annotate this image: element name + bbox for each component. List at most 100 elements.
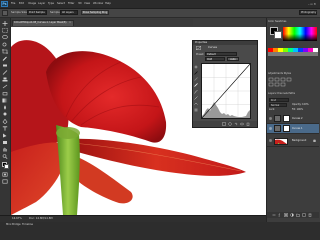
menu-type[interactable]: Type — [48, 2, 54, 5]
clone-stamp-tool-icon[interactable] — [2, 77, 8, 82]
menu-image[interactable]: Image — [28, 2, 36, 5]
eraser-tool-icon[interactable] — [2, 91, 8, 96]
opacity-field[interactable]: Opacity: 100% — [292, 103, 309, 106]
layer-style-icon[interactable]: f — [278, 213, 282, 217]
curves-layer-thumbnail-icon — [274, 115, 281, 122]
delete-layer-icon[interactable] — [308, 213, 312, 217]
visibility-eye-icon[interactable] — [268, 127, 273, 130]
close-document-icon[interactable]: × — [69, 21, 71, 24]
lock-label: Lock: — [269, 108, 276, 111]
move-tool-icon[interactable] — [2, 21, 8, 26]
clip-to-layer-icon[interactable] — [222, 122, 226, 126]
curves-layer-thumbnail-icon — [274, 125, 281, 132]
document-size: Doc: 14.8M/14.8M — [29, 217, 53, 220]
menu-window[interactable]: Window — [93, 2, 103, 5]
new-group-icon[interactable] — [296, 213, 300, 217]
link-layers-icon[interactable] — [272, 213, 276, 217]
menu-filter[interactable]: Filter — [68, 2, 74, 5]
show-sampling-ring-checkbox[interactable]: Show Sampling Ring — [81, 10, 109, 15]
white-point-eyedropper-icon[interactable] — [194, 83, 198, 87]
layer-name[interactable]: Curves 1 — [292, 127, 303, 130]
marquee-tool-icon[interactable] — [2, 28, 8, 33]
layer-name[interactable]: Background — [292, 139, 306, 142]
window-controls[interactable]: – ▫ ✕ — [308, 2, 316, 6]
photoshop-logo: Ps — [1, 1, 8, 7]
menu-view[interactable]: View — [84, 2, 90, 5]
menu-file[interactable]: File — [11, 2, 15, 5]
pen-tool-icon[interactable] — [2, 119, 8, 124]
adjustments-panel-tabs[interactable]: Adjustments Styles — [268, 72, 291, 75]
curve-point-tool-icon[interactable] — [194, 90, 198, 94]
menu-3d[interactable]: 3D — [78, 2, 82, 5]
on-image-adjust-icon[interactable] — [194, 65, 198, 69]
dodge-tool-icon[interactable] — [2, 112, 8, 117]
gradient-tool-icon[interactable] — [2, 98, 8, 103]
toggle-visibility-icon[interactable] — [240, 122, 244, 126]
quick-mask-icon[interactable] — [2, 172, 8, 177]
gray-point-eyedropper-icon[interactable] — [194, 77, 198, 81]
menu-help[interactable]: Help — [105, 2, 111, 5]
smooth-curve-icon[interactable] — [194, 102, 198, 106]
curves-adjustment-icon — [196, 46, 201, 50]
menu-select[interactable]: Select — [57, 2, 65, 5]
workspace-select[interactable]: Photography — [299, 10, 317, 15]
sample-size-label: Sample Size: — [11, 11, 28, 14]
layer-filter-kind[interactable]: Kind — [269, 98, 289, 102]
type-tool-icon[interactable] — [2, 126, 8, 131]
background-layer-thumbnail — [274, 138, 288, 145]
hand-tool-icon[interactable] — [2, 147, 8, 152]
document-tab-label: 100-ARTCliquot-08_Curves-1, Layer Mask/8… — [14, 21, 67, 24]
sample-select[interactable]: All Layers — [60, 10, 78, 15]
color-spectrum-shade — [283, 34, 317, 41]
layers-panel-tabs[interactable]: Layers Channels Paths — [268, 92, 295, 95]
color-panel-tabs[interactable]: Color Swatches — [268, 20, 286, 23]
reset-icon[interactable] — [234, 122, 238, 126]
lock-icon — [313, 139, 316, 142]
brush-tool-icon[interactable] — [2, 70, 8, 75]
preset-label: Preset: — [196, 53, 205, 56]
delete-adjustment-icon[interactable] — [246, 122, 250, 126]
black-point-eyedropper-icon[interactable] — [194, 71, 198, 75]
visibility-eye-icon[interactable] — [268, 139, 273, 142]
background-color-chip[interactable] — [274, 31, 282, 39]
zoom-tool-icon[interactable] — [2, 154, 8, 159]
background-color-swatch[interactable] — [4, 164, 9, 169]
mini-bridge-tab[interactable]: Mini Bridge — [6, 223, 21, 226]
curves-graph[interactable] — [201, 63, 251, 119]
pencil-tool-icon[interactable] — [194, 96, 198, 100]
auto-button[interactable]: Auto — [227, 57, 239, 61]
menu-layer[interactable]: Layer — [38, 2, 45, 5]
preset-select[interactable]: Default — [205, 52, 237, 56]
layer-mask-thumbnail[interactable] — [283, 115, 290, 122]
zoom-level[interactable]: 16.67% — [12, 217, 22, 220]
eyedropper-tool-preset-icon[interactable] — [2, 10, 8, 16]
channel-select[interactable]: RGB — [205, 57, 225, 61]
sample-size-select[interactable]: Point Sample — [27, 10, 47, 15]
menu-edit[interactable]: Edit — [19, 2, 24, 5]
new-adjustment-layer-icon[interactable] — [290, 213, 294, 217]
blend-mode-select[interactable]: Normal — [269, 103, 287, 107]
new-layer-icon[interactable] — [302, 213, 306, 217]
swatch-row[interactable] — [268, 48, 318, 56]
path-selection-tool-icon[interactable] — [2, 133, 8, 138]
healing-brush-tool-icon[interactable] — [2, 63, 8, 68]
quick-selection-tool-icon[interactable] — [2, 42, 8, 47]
blur-tool-icon[interactable] — [2, 105, 8, 110]
curve-options-icon[interactable] — [194, 108, 198, 112]
fill-field[interactable]: Fill: 100% — [292, 108, 303, 111]
svg-text:f: f — [279, 213, 281, 217]
view-previous-state-icon[interactable] — [228, 122, 232, 126]
add-mask-icon[interactable] — [284, 213, 288, 217]
screen-mode-icon[interactable] — [2, 179, 8, 184]
lasso-tool-icon[interactable] — [2, 35, 8, 40]
history-brush-tool-icon[interactable] — [2, 84, 8, 89]
layer-name[interactable]: Curves 2 — [292, 117, 303, 120]
adjustment-icons[interactable] — [268, 77, 318, 87]
timeline-tab[interactable]: Timeline — [22, 223, 33, 226]
shape-tool-icon[interactable] — [2, 140, 8, 145]
eyedropper-tool-icon[interactable] — [2, 56, 8, 61]
layer-mask-thumbnail[interactable] — [283, 125, 290, 132]
visibility-eye-icon[interactable] — [268, 117, 273, 120]
options-bar — [0, 9, 320, 18]
crop-tool-icon[interactable] — [2, 49, 8, 54]
